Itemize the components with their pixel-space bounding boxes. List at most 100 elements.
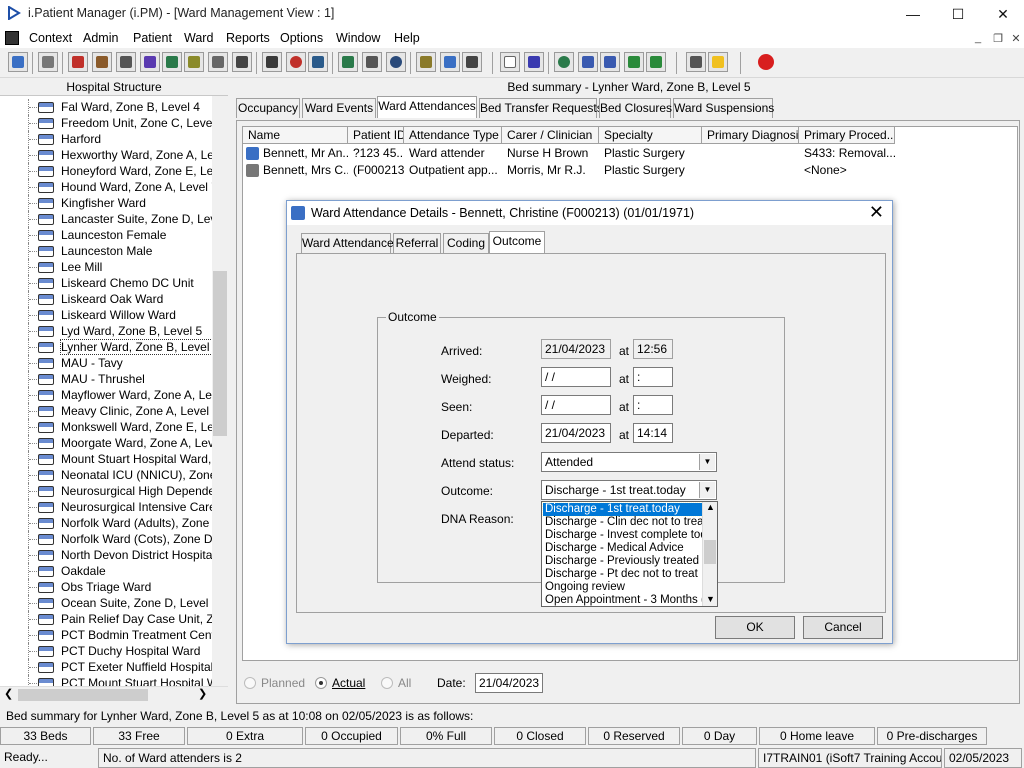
tab-referral[interactable]: Referral xyxy=(393,233,441,253)
all-radio[interactable] xyxy=(381,677,393,689)
menu-context[interactable]: Context xyxy=(29,31,72,45)
column-header[interactable]: Name xyxy=(243,127,348,144)
menu-admin[interactable]: Admin xyxy=(83,31,118,45)
tree-vertical-scrollbar[interactable] xyxy=(212,96,228,686)
scroll-thumb[interactable] xyxy=(704,540,716,564)
exit-tool-icon[interactable] xyxy=(756,52,776,72)
tree-item[interactable]: Mayflower Ward, Zone A, Level xyxy=(0,387,212,403)
page-tool-icon[interactable] xyxy=(500,52,520,72)
dropdown-option[interactable]: Open Appointment - 3 Months (A xyxy=(543,594,703,606)
chevron-down-icon[interactable]: ▼ xyxy=(699,454,715,470)
menu-help[interactable]: Help xyxy=(394,31,420,45)
column-header[interactable]: Primary Diagnosis xyxy=(702,127,799,144)
departed-time-field[interactable]: 14:14 xyxy=(633,423,673,443)
table-row[interactable]: Bennett, Mrs C... (F000213) Outpatient a… xyxy=(243,162,895,179)
tree-item[interactable]: Lyd Ward, Zone B, Level 5 xyxy=(0,323,212,339)
weighed-time-field[interactable]: : xyxy=(633,367,673,387)
outcome-dropdown-list[interactable]: Discharge - 1st treat.today Discharge - … xyxy=(541,501,718,607)
mdi-close-button[interactable]: ✕ xyxy=(1008,32,1024,46)
chevron-down-icon[interactable]: ▼ xyxy=(706,594,715,604)
column-header[interactable]: Specialty xyxy=(599,127,702,144)
warning-tool-icon[interactable] xyxy=(708,52,728,72)
tree-item[interactable]: PCT Exeter Nuffield Hospital W. xyxy=(0,659,212,675)
bed-tool-icon[interactable] xyxy=(232,52,252,72)
search-tool-icon[interactable] xyxy=(262,52,282,72)
user-tool-icon[interactable] xyxy=(8,52,28,72)
m-tool-icon[interactable] xyxy=(140,52,160,72)
column-header[interactable]: Patient ID xyxy=(348,127,404,144)
dropdown-scrollbar[interactable]: ▲ ▼ xyxy=(702,502,717,606)
tree-item[interactable]: Fal Ward, Zone B, Level 4 xyxy=(0,99,212,115)
tree-horizontal-scrollbar[interactable]: ❮ ❯ xyxy=(0,686,228,702)
dropdown-option[interactable]: Discharge - Pt dec not to treat xyxy=(543,568,703,581)
tree-item[interactable]: Hound Ward, Zone A, Level 7 xyxy=(0,179,212,195)
column-header[interactable]: Carer / Clinician xyxy=(502,127,599,144)
attend-status-select[interactable]: Attended ▼ xyxy=(541,452,717,472)
maximize-button[interactable]: ☐ xyxy=(935,0,981,28)
person-tool-icon[interactable] xyxy=(162,52,182,72)
tree-item[interactable]: Neonatal ICU (NNICU), Zone D xyxy=(0,467,212,483)
tab-ward-attendances[interactable]: Ward Attendances xyxy=(377,96,477,118)
tree-item[interactable]: Freedom Unit, Zone C, Level 12 xyxy=(0,115,212,131)
date-input[interactable]: 21/04/2023 xyxy=(475,673,543,693)
column-header[interactable]: Primary Proced... xyxy=(799,127,895,144)
tree-item[interactable]: Moorgate Ward, Zone A, Level xyxy=(0,435,212,451)
tree-item[interactable]: PCT Mount Stuart Hospital War xyxy=(0,675,212,686)
outcome-select[interactable]: Discharge - 1st treat.today ▼ xyxy=(541,480,717,500)
column-header[interactable]: Attendance Type xyxy=(404,127,502,144)
tree-item[interactable]: Lynher Ward, Zone B, Level 5 xyxy=(0,339,213,355)
tree-item[interactable]: Liskeard Oak Ward xyxy=(0,291,212,307)
tree-item[interactable]: Norfolk Ward (Adults), Zone D, xyxy=(0,515,212,531)
tree-item[interactable]: Lancaster Suite, Zone D, Level xyxy=(0,211,212,227)
cancel-button[interactable]: Cancel xyxy=(803,616,883,639)
bar-chart-tool-icon[interactable] xyxy=(524,52,544,72)
dropdown-option[interactable]: Discharge - Medical Advice xyxy=(543,542,703,555)
scroll-left-icon[interactable]: ❮ xyxy=(4,687,13,700)
table-row[interactable]: Bennett, Mr An... ?123 45... Ward attend… xyxy=(243,145,895,162)
tree-item[interactable]: Lee Mill xyxy=(0,259,212,275)
swap-tool-icon[interactable] xyxy=(686,52,706,72)
transfer-tool-icon[interactable] xyxy=(624,52,644,72)
tab-ward-events[interactable]: Ward Events xyxy=(302,98,376,118)
departed-date-field[interactable]: 21/04/2023 xyxy=(541,423,611,443)
tree-item[interactable]: Liskeard Chemo DC Unit xyxy=(0,275,212,291)
notes-tool-icon[interactable] xyxy=(208,52,228,72)
clock-tool-icon[interactable] xyxy=(286,52,306,72)
chart-tool-icon[interactable] xyxy=(338,52,358,72)
dial-tool-icon[interactable] xyxy=(386,52,406,72)
tree-item[interactable]: Hexworthy Ward, Zone A, Level xyxy=(0,147,212,163)
tree-item[interactable]: Oakdale xyxy=(0,563,212,579)
menu-ward[interactable]: Ward xyxy=(184,31,213,45)
mdi-restore-button[interactable]: ❐ xyxy=(990,32,1006,46)
tree-item[interactable]: Kingfisher Ward xyxy=(0,195,212,211)
dropdown-option[interactable]: Ongoing review xyxy=(543,581,703,594)
tree-item[interactable]: Monkswell Ward, Zone E, Leve xyxy=(0,419,212,435)
close-button[interactable]: ✕ xyxy=(980,0,1024,28)
weighed-date-field[interactable]: / / xyxy=(541,367,611,387)
checklist2-tool-icon[interactable] xyxy=(600,52,620,72)
scroll-thumb[interactable] xyxy=(18,689,148,701)
pad-tool-icon[interactable] xyxy=(416,52,436,72)
ok-button[interactable]: OK xyxy=(715,616,795,639)
minimize-button[interactable]: — xyxy=(890,0,936,28)
tree-item[interactable]: Ocean Suite, Zone D, Level 6 xyxy=(0,595,212,611)
tab-outcome[interactable]: Outcome xyxy=(489,231,545,253)
transfer2-tool-icon[interactable] xyxy=(646,52,666,72)
tree-item[interactable]: MAU - Tavy xyxy=(0,355,212,371)
tree-item[interactable]: Meavy Clinic, Zone A, Level 5 xyxy=(0,403,212,419)
tab-coding[interactable]: Coding xyxy=(443,233,489,253)
records-tool-icon[interactable] xyxy=(92,52,112,72)
tree-item[interactable]: Pain Relief Day Case Unit, Zone xyxy=(0,611,212,627)
tab-ward-attendance[interactable]: Ward Attendance xyxy=(301,233,394,253)
planned-radio[interactable] xyxy=(244,677,256,689)
screen-tool-icon[interactable] xyxy=(308,52,328,72)
arrived-time-field[interactable]: 12:56 xyxy=(633,339,673,359)
tree-item[interactable]: North Devon District Hospital W xyxy=(0,547,212,563)
tree-item[interactable]: Mount Stuart Hospital Ward, To xyxy=(0,451,212,467)
tree-item[interactable]: Launceston Female xyxy=(0,227,212,243)
tab-bed-transfer-requests[interactable]: Bed Transfer Requests xyxy=(479,98,603,118)
tree-item[interactable]: Neurosurgical High Dependenc xyxy=(0,483,212,499)
dropdown-option[interactable]: Discharge - Clin dec not to treat xyxy=(543,516,703,529)
system-menu-icon[interactable] xyxy=(5,31,19,45)
chevron-down-icon[interactable]: ▼ xyxy=(699,482,715,498)
